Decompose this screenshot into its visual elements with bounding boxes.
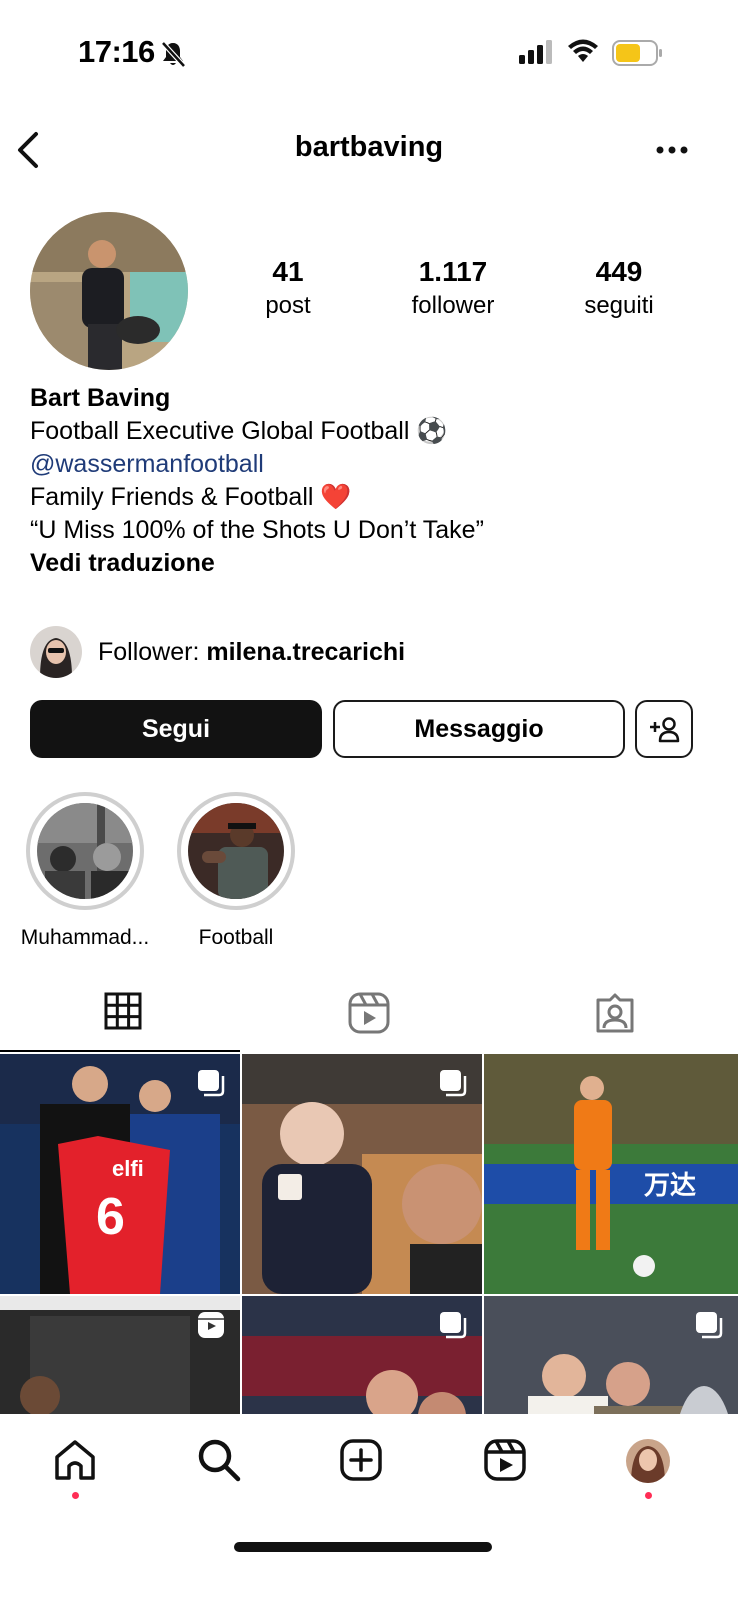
status-time: 17:16 <box>78 34 155 69</box>
tagged-person-icon <box>596 993 634 1033</box>
post-thumbnail[interactable]: 万达 <box>484 1054 738 1294</box>
post-thumbnail[interactable] <box>484 1296 738 1414</box>
bio-line: Football Executive Global Football ⚽ <box>30 417 448 445</box>
stat-posts[interactable]: 41 post <box>218 256 358 320</box>
svg-text:elfi: elfi <box>112 1156 144 1181</box>
stat-posts-value: 41 <box>272 256 304 287</box>
suggest-people-button[interactable] <box>635 700 693 758</box>
active-tab-indicator <box>0 1050 240 1052</box>
bell-muted-icon <box>161 41 186 68</box>
add-person-icon <box>650 717 680 743</box>
more-options-icon[interactable] <box>654 140 694 160</box>
post-thumbnail[interactable] <box>242 1054 482 1294</box>
battery-icon <box>612 40 662 66</box>
home-indicator <box>234 1542 492 1552</box>
status-bar: 17:16 <box>0 0 738 100</box>
followed-by-text: Follower: milena.trecarichi <box>98 638 405 667</box>
profile-avatar-icon <box>626 1439 670 1483</box>
followed-by-row[interactable]: Follower: milena.trecarichi <box>30 626 405 678</box>
profile-notification-dot <box>645 1492 652 1499</box>
story-highlight[interactable]: Football <box>156 792 316 950</box>
profile-tabs <box>0 984 738 1054</box>
stat-followers-label: follower <box>411 292 495 319</box>
stat-followers[interactable]: 1.117 follower <box>383 256 523 320</box>
profile-full-name: Bart Baving <box>30 384 171 412</box>
story-highlight[interactable]: Muhammad... <box>5 792 165 950</box>
grid-icon <box>104 992 142 1030</box>
stat-following-label: seguiti <box>584 292 654 319</box>
highlight-label: Muhammad... <box>20 926 150 949</box>
nav-search[interactable] <box>189 1438 249 1498</box>
nav-reels[interactable] <box>475 1438 535 1498</box>
tab-posts-grid[interactable] <box>0 984 246 1054</box>
posts-grid: elfi 6 万达 <box>0 1054 738 1414</box>
message-button[interactable]: Messaggio <box>333 700 625 758</box>
see-translation-link[interactable]: Vedi traduzione <box>30 547 710 580</box>
carousel-icon <box>440 1312 467 1339</box>
highlight-ring <box>177 792 295 910</box>
stat-following-value: 449 <box>595 256 643 287</box>
svg-text:万达: 万达 <box>644 1170 696 1200</box>
followed-by-username: milena.trecarichi <box>206 637 406 666</box>
profile-bio: Bart Baving Football Executive Global Fo… <box>30 382 710 580</box>
stat-following[interactable]: 449 seguiti <box>549 256 689 320</box>
bio-line: “U Miss 100% of the Shots U Don’t Take” <box>30 516 484 544</box>
cellular-signal-icon <box>519 40 552 64</box>
highlight-label: Football <box>198 926 274 949</box>
bio-mention-link[interactable]: @wassermanfootball <box>30 448 710 481</box>
post-thumbnail[interactable] <box>242 1296 482 1414</box>
svg-text:6: 6 <box>96 1188 125 1246</box>
search-icon <box>198 1439 241 1482</box>
home-icon <box>55 1440 95 1480</box>
tab-reels[interactable] <box>246 984 492 1054</box>
wifi-icon <box>568 39 598 62</box>
carousel-icon <box>696 1312 723 1339</box>
new-post-icon <box>340 1439 382 1481</box>
bio-line: Family Friends & Football ❤️ <box>30 483 352 511</box>
bottom-tab-bar <box>0 1414 738 1600</box>
reels-icon <box>348 992 390 1034</box>
nav-home[interactable] <box>45 1438 105 1498</box>
follower-avatar <box>30 626 82 678</box>
reels-icon <box>484 1439 526 1481</box>
followed-by-prefix: Follower: <box>98 637 207 666</box>
carousel-icon <box>440 1070 467 1097</box>
highlight-ring <box>26 792 144 910</box>
nav-new-post[interactable] <box>331 1438 391 1498</box>
profile-username: bartbaving <box>294 131 444 163</box>
highlight-thumbnail <box>188 803 284 899</box>
post-thumbnail[interactable] <box>0 1296 240 1414</box>
highlight-thumbnail <box>37 803 133 899</box>
nav-profile[interactable] <box>618 1438 678 1498</box>
stat-posts-label: post <box>265 292 311 319</box>
tab-tagged[interactable] <box>492 984 738 1054</box>
post-thumbnail[interactable]: elfi 6 <box>0 1054 240 1294</box>
reel-icon <box>198 1312 224 1338</box>
stat-followers-value: 1.117 <box>418 256 488 287</box>
follow-button[interactable]: Segui <box>30 700 322 758</box>
home-notification-dot <box>72 1492 79 1499</box>
carousel-icon <box>198 1070 225 1097</box>
profile-avatar[interactable] <box>30 212 188 370</box>
